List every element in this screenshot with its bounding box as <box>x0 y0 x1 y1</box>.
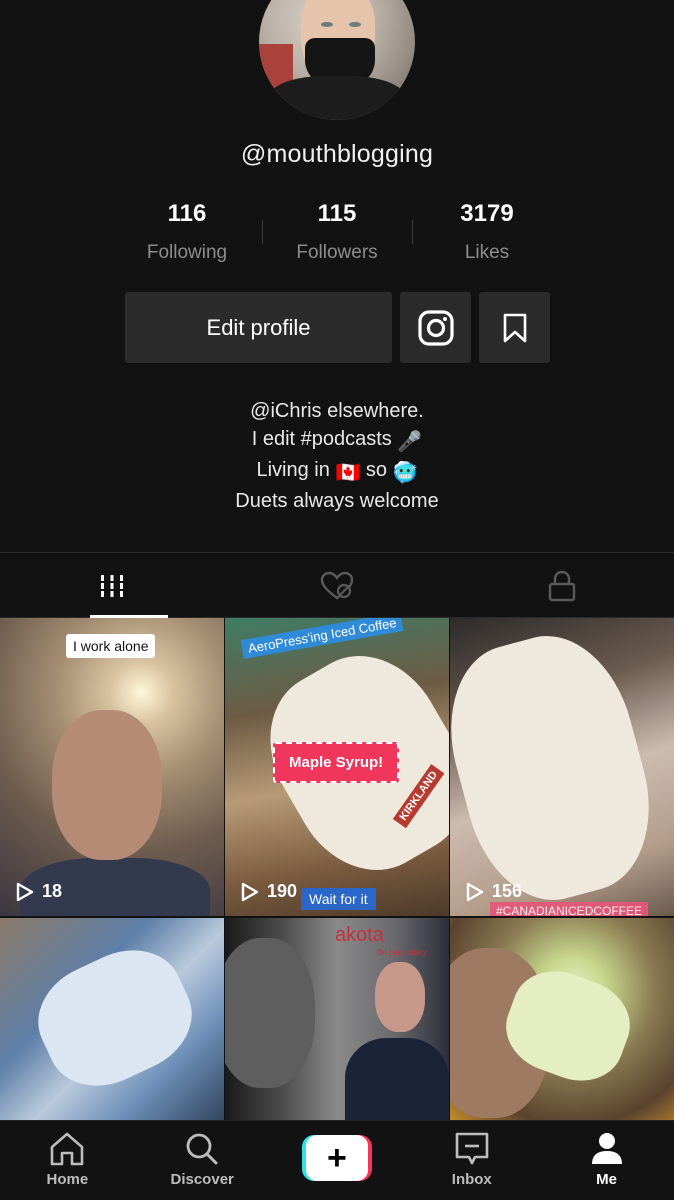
profile-stats: 116 Following 115 Followers 3179 Likes <box>112 200 562 266</box>
tab-liked[interactable] <box>225 553 450 618</box>
bio-line: Living in 🇨🇦 so 🥶 <box>0 456 674 487</box>
stat-likes[interactable]: 3179 Likes <box>412 200 562 266</box>
nav-label: Me <box>596 1171 617 1188</box>
microphone-icon: 🎤 <box>397 431 423 453</box>
video-thumbnail[interactable]: #CANADIANICEDCOFFEE 156 <box>450 618 674 916</box>
video-sticker: Wait for it <box>301 888 376 910</box>
edit-profile-button[interactable]: Edit profile <box>125 292 392 363</box>
bookmark-icon <box>503 313 526 342</box>
video-thumbnail[interactable] <box>450 918 674 1122</box>
username: @mouthblogging <box>240 140 434 168</box>
favorites-button[interactable] <box>479 292 550 363</box>
followers-count: 115 <box>317 200 357 227</box>
tab-private[interactable] <box>449 553 674 618</box>
inbox-icon <box>455 1132 489 1165</box>
thumb-face <box>375 962 425 1032</box>
home-icon <box>51 1132 84 1166</box>
view-count: 190 <box>241 881 297 902</box>
view-count: 18 <box>16 881 62 902</box>
bottom-nav: Home Discover + Inbox Me <box>0 1120 674 1200</box>
following-count: 116 <box>167 200 207 227</box>
video-sticker: Maple Syrup! <box>273 742 400 783</box>
followers-label: Followers <box>296 242 378 263</box>
play-icon <box>16 882 34 901</box>
likes-label: Likes <box>464 242 510 263</box>
play-icon <box>241 882 259 901</box>
video-thumbnail[interactable]: KIRKLAND AeroPress'ing Iced Coffee Maple… <box>225 618 449 916</box>
bio-text: Living in <box>256 459 330 481</box>
view-count-value: 18 <box>42 881 63 901</box>
bio-text: I edit #podcasts <box>251 428 392 450</box>
nav-discover[interactable]: Discover <box>135 1121 270 1200</box>
avatar-shirt <box>267 76 407 120</box>
video-thumbnail[interactable]: akota Be Legendary <box>225 918 449 1122</box>
edit-profile-label: Edit profile <box>206 314 311 340</box>
play-icon <box>466 882 484 901</box>
stat-divider <box>412 220 413 244</box>
likes-count: 3179 <box>460 200 514 227</box>
nav-create[interactable]: + <box>270 1121 405 1200</box>
bio-line: I edit #podcasts 🎤 <box>0 425 674 456</box>
nav-home[interactable]: Home <box>0 1121 135 1200</box>
liked-hidden-icon <box>320 571 354 600</box>
view-count-value: 190 <box>267 881 298 901</box>
lock-icon <box>548 570 575 601</box>
video-sticker: akota <box>335 924 384 946</box>
thumb-bag <box>21 931 209 1105</box>
bio-line: Duets always welcome <box>235 490 439 512</box>
stat-followers[interactable]: 115 Followers <box>262 200 412 266</box>
thumb-body <box>345 1038 449 1122</box>
nav-label: Discover <box>170 1171 234 1188</box>
profile-avatar[interactable] <box>259 0 415 120</box>
video-sticker: I work alone <box>66 634 156 658</box>
nav-label: Home <box>46 1171 89 1188</box>
profile-bio: @iChris elsewhere. I edit #podcasts 🎤 Li… <box>0 397 674 515</box>
bio-line: @iChris elsewhere. <box>250 400 424 422</box>
plus-icon: + <box>305 1135 368 1181</box>
search-icon <box>186 1133 218 1165</box>
person-icon <box>591 1133 622 1164</box>
canada-flag-icon: 🇨🇦 <box>335 462 361 484</box>
instagram-button[interactable] <box>400 292 471 363</box>
view-count-value: 156 <box>492 881 523 901</box>
thumb-face <box>225 938 315 1088</box>
video-grid: I work alone 18 KIRKLAND AeroPress'ing I… <box>0 618 674 1122</box>
create-button[interactable]: + <box>301 1135 372 1181</box>
video-sticker: #CANADIANICEDCOFFEE <box>490 902 649 916</box>
avatar-eye-right <box>349 22 361 27</box>
video-sticker: Be Legendary <box>377 948 427 957</box>
video-sticker: AeroPress'ing Iced Coffee <box>240 618 404 659</box>
grid-icon <box>101 574 124 597</box>
cold-face-icon: 🥶 <box>392 462 418 484</box>
profile-actions: Edit profile <box>125 292 550 363</box>
instagram-icon <box>417 309 454 346</box>
video-thumbnail[interactable] <box>0 918 224 1122</box>
tab-videos[interactable] <box>0 553 225 618</box>
view-count: 156 <box>466 881 522 902</box>
video-thumbnail[interactable]: I work alone 18 <box>0 618 224 916</box>
stat-following[interactable]: 116 Following <box>112 200 262 266</box>
following-label: Following <box>146 242 228 263</box>
avatar-eye-left <box>321 22 333 27</box>
thumb-jug <box>450 619 671 916</box>
nav-inbox[interactable]: Inbox <box>404 1121 539 1200</box>
stat-divider <box>262 220 263 244</box>
profile-tabs <box>0 552 674 618</box>
nav-label: Inbox <box>451 1171 492 1188</box>
nav-me[interactable]: Me <box>539 1121 674 1200</box>
bio-text: so <box>365 459 388 481</box>
thumb-face <box>52 710 162 860</box>
